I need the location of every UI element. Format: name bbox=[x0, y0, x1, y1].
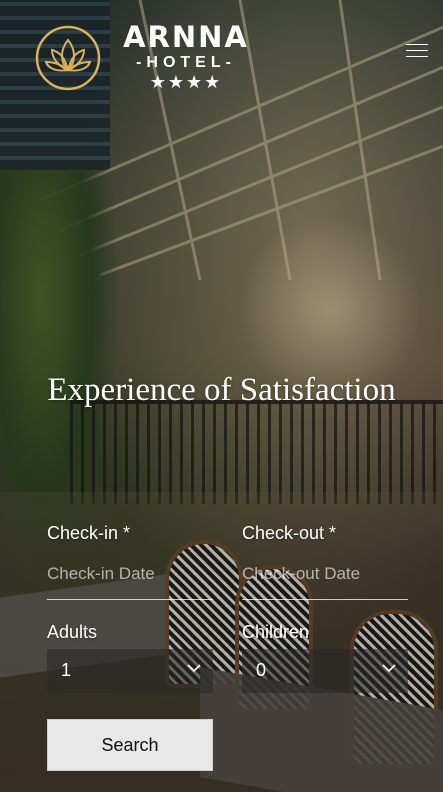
checkin-label: Check-in * bbox=[47, 523, 131, 543]
checkout-date-input[interactable] bbox=[242, 562, 408, 586]
children-select[interactable]: 0 bbox=[242, 649, 408, 693]
adults-select[interactable]: 1 bbox=[47, 649, 213, 693]
lotus-logo-icon[interactable] bbox=[34, 24, 102, 92]
checkin-date-input[interactable] bbox=[47, 562, 213, 586]
hero-headline: Experience of Satisfaction bbox=[47, 372, 396, 408]
brand-star-rating: ★★★★ bbox=[149, 72, 223, 92]
menu-line bbox=[406, 50, 428, 51]
hotel-brand[interactable]: ARNNA -HOTEL- ★★★★ bbox=[116, 20, 256, 92]
checkout-label: Check-out * bbox=[242, 523, 337, 543]
chevron-down-icon bbox=[187, 664, 201, 673]
brand-name: ARNNA bbox=[123, 20, 249, 54]
chevron-down-icon bbox=[382, 664, 396, 673]
checkin-underline bbox=[47, 599, 213, 600]
menu-line bbox=[406, 44, 428, 45]
children-value: 0 bbox=[256, 660, 267, 680]
children-label: Children bbox=[242, 622, 310, 642]
checkout-underline bbox=[242, 599, 408, 600]
adults-value: 1 bbox=[61, 660, 72, 680]
menu-line bbox=[406, 56, 428, 57]
adults-label: Adults bbox=[47, 622, 98, 642]
brand-subtitle: -HOTEL- bbox=[136, 54, 236, 71]
hamburger-menu-icon[interactable] bbox=[406, 44, 428, 60]
search-button[interactable]: Search bbox=[47, 719, 213, 771]
